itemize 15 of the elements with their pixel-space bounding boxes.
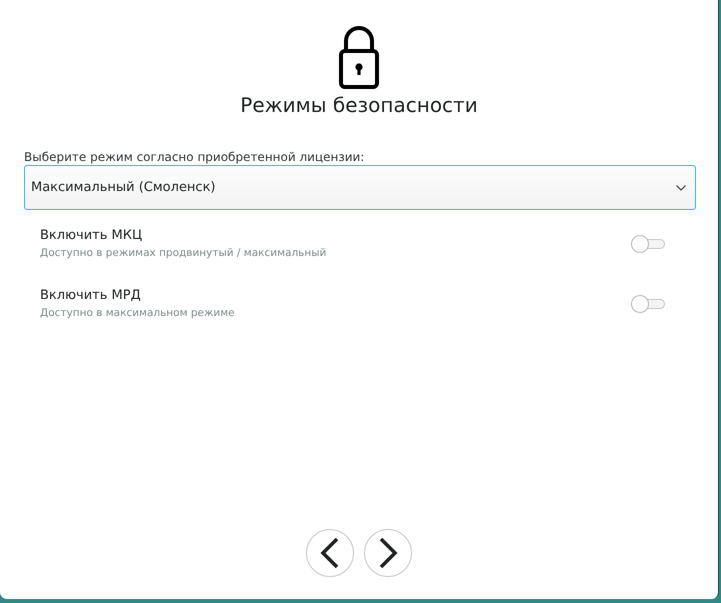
lock-icon xyxy=(339,25,379,89)
dropdown-label: Выберите режим согласно приобретенной лицензии: xyxy=(24,150,366,164)
chevron-left-icon xyxy=(320,537,340,569)
option-description: Доступно в максимальном режиме xyxy=(40,306,235,320)
next-button[interactable] xyxy=(364,529,412,577)
caret-icon xyxy=(676,184,686,190)
option-title: Включить МКЦ xyxy=(40,228,144,244)
option-description: Доступно в режимах продвинутый / максимальный xyxy=(40,246,326,260)
mode-dropdown[interactable]: Максимальный (Смоленск) xyxy=(24,165,696,210)
toggle-switch[interactable] xyxy=(631,295,665,313)
chevron-right-icon xyxy=(378,537,398,569)
page-title: Режимы безопасности xyxy=(240,93,478,117)
option-title: Включить МРД xyxy=(40,288,142,304)
back-button[interactable] xyxy=(306,529,354,577)
toggle-switch[interactable] xyxy=(631,235,665,253)
